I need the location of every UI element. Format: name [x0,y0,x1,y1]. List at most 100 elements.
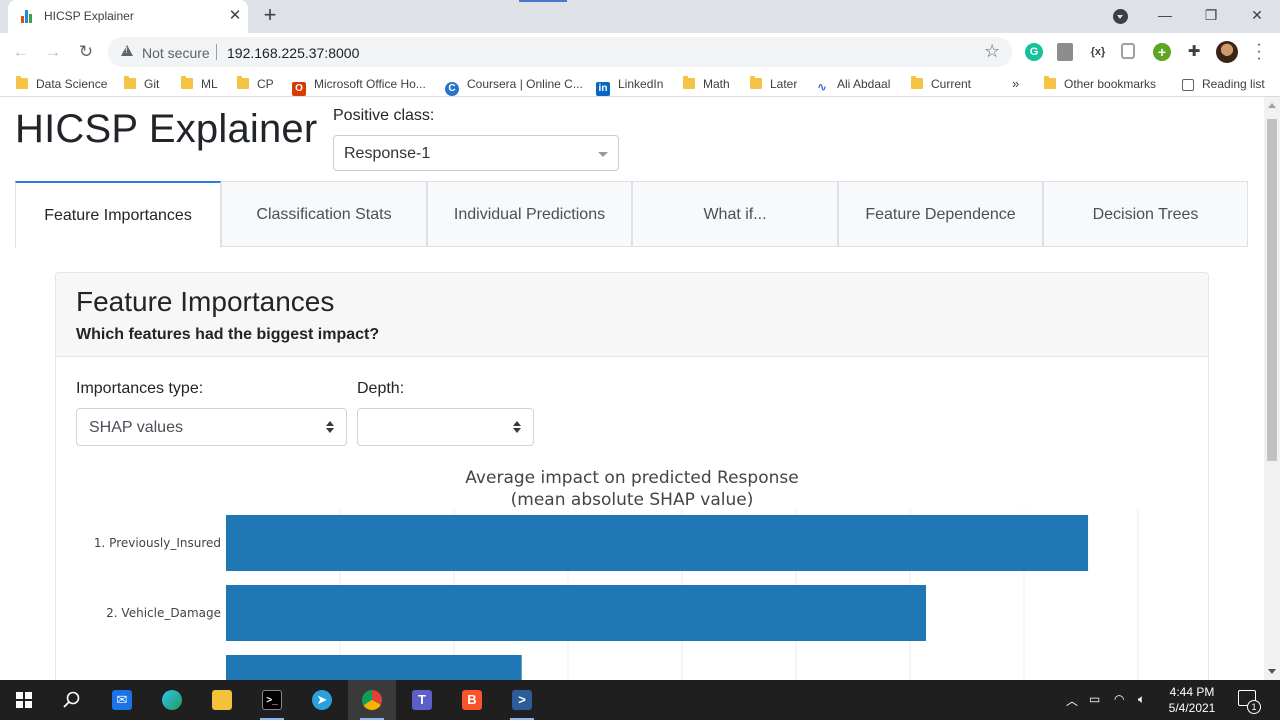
profile-avatar[interactable] [1216,41,1238,63]
extensions-puzzle-icon[interactable]: ✚ [1185,43,1203,61]
taskbar-teams[interactable]: T [398,680,446,720]
bookmark-cp[interactable]: CP [237,76,274,94]
tab-what-if[interactable]: What if... [632,181,838,246]
bookmark-label: Other bookmarks [1064,77,1157,91]
tab-feature-dependence[interactable]: Feature Dependence [838,181,1043,246]
telegram-icon: ➤ [312,690,332,710]
chart-bar[interactable] [226,655,522,680]
back-arrow-icon[interactable]: ← [8,39,34,65]
window-minimize-button[interactable]: — [1142,0,1188,30]
bookmark-math[interactable]: Math [683,76,730,94]
taskbar-powershell[interactable]: > [498,680,546,720]
forward-arrow-icon[interactable]: → [40,39,66,65]
linkedin-icon: in [596,82,610,96]
scroll-up-arrow-icon[interactable] [1268,103,1276,108]
browser-toolbar: ← → ↻ Not secure 192.168.225.37:8000 ☆ G… [0,33,1280,71]
taskbar-chrome[interactable] [348,680,396,720]
bookmark-star-icon[interactable]: ☆ [984,41,1000,62]
coursera-icon: C [445,82,459,96]
show-hidden-icons-icon[interactable]: ︿ [1066,692,1078,709]
bookmark-git[interactable]: Git [124,76,159,94]
address-bar[interactable]: Not secure 192.168.225.37:8000 ☆ [108,37,1012,67]
bookmark-label: Later [770,77,798,91]
card-header: Feature Importances Which features had t… [56,273,1208,357]
file-explorer-icon [212,690,232,710]
importances-type-select[interactable]: SHAP values [76,408,347,446]
other-bookmarks[interactable]: Other bookmarks [1044,76,1156,94]
tab-search-icon[interactable] [1113,9,1128,24]
copy-extension-icon[interactable] [1121,43,1135,59]
browser-menu-icon[interactable]: · · · [1254,37,1264,67]
folder-icon [911,76,923,89]
grammarly-extension-icon[interactable]: G [1025,43,1043,61]
taskbar-search[interactable] [48,680,96,720]
bookmark-linkedin[interactable]: in LinkedIn [596,76,663,96]
taskbar-brave[interactable]: B [448,680,496,720]
tab-classification-stats[interactable]: Classification Stats [221,181,427,246]
bookmark-later[interactable]: Later [750,76,797,94]
window-restore-button[interactable]: ❐ [1188,0,1234,30]
taskbar-edge[interactable] [148,680,196,720]
taskbar-file-explorer[interactable] [198,680,246,720]
wifi-icon[interactable]: ◠ [1114,692,1124,706]
depth-label: Depth: [357,380,405,397]
taskbar-terminal[interactable]: >_ [248,680,296,720]
battery-icon[interactable]: ▭ [1089,692,1100,706]
bookmark-ml[interactable]: ML [181,76,218,94]
brave-icon: B [462,690,482,710]
folder-icon [750,76,762,89]
chart-subtitle: (mean absolute SHAP value) [511,490,754,510]
feature-importances-card: Feature Importances Which features had t… [55,272,1209,680]
start-button[interactable] [0,680,48,720]
browser-tab[interactable]: HICSP Explainer ✕ [8,0,248,33]
tab-decision-trees[interactable]: Decision Trees [1043,181,1248,246]
taskbar-telegram[interactable]: ➤ [298,680,346,720]
tab-individual-predictions[interactable]: Individual Predictions [427,181,632,246]
book-extension-icon[interactable] [1057,43,1073,61]
reading-list[interactable]: Reading list [1182,76,1265,94]
chart-category-label: 1. Previously_Insured [94,536,221,550]
powershell-icon: > [512,690,532,710]
warning-triangle-icon[interactable] [121,45,133,56]
bookmark-label: Ali Abdaal [837,77,891,91]
security-status[interactable]: Not secure [142,45,210,61]
bookmark-current[interactable]: Current [911,76,971,94]
folder-icon [1044,76,1056,89]
teams-icon: T [412,690,432,710]
volume-icon[interactable]: 🔈︎ [1138,692,1145,707]
select-arrows-icon [326,421,334,435]
bookmark-ali-abdaal[interactable]: ∿ Ali Abdaal [815,76,890,94]
bookmark-microsoft-office[interactable]: O Microsoft Office Ho... [292,76,426,96]
depth-select[interactable] [357,408,534,446]
chart-bar[interactable] [226,515,1089,571]
bookmarks-overflow-button[interactable]: » [1012,76,1019,94]
card-title: Feature Importances [76,286,335,317]
code-extension-icon[interactable]: {x} [1089,43,1107,61]
page-scrollbar[interactable] [1264,97,1280,680]
url-text[interactable]: 192.168.225.37:8000 [227,45,359,61]
reload-icon[interactable]: ↻ [73,39,99,65]
bookmark-label: Math [703,77,730,91]
scrollbar-thumb[interactable] [1267,119,1277,461]
tab-feature-importances[interactable]: Feature Importances [15,181,221,248]
waveform-icon: ∿ [816,80,828,94]
reading-list-icon [1182,79,1194,91]
bookmark-label: Current [931,77,972,91]
terminal-icon: >_ [262,690,282,710]
bookmark-coursera[interactable]: C Coursera | Online C... [445,76,583,96]
select-arrows-icon [513,421,521,435]
chart-bar[interactable] [226,585,926,641]
plus-extension-icon[interactable]: + [1153,43,1171,61]
taskbar-mail[interactable]: ✉ [98,680,146,720]
chart-title: Average impact on predicted Response [465,468,798,488]
positive-class-dropdown[interactable]: Response-1 [333,135,619,171]
system-clock[interactable]: 4:44 PM 5/4/2021 [1160,684,1224,716]
bookmark-data-science[interactable]: Data Science [16,76,107,94]
scroll-down-arrow-icon[interactable] [1268,669,1276,674]
page-viewport: HICSP Explainer Positive class: Response… [0,97,1264,680]
clock-time: 4:44 PM [1169,685,1215,699]
window-close-button[interactable]: ✕ [1234,0,1280,30]
chart-category-label: 2. Vehicle_Damage [106,606,221,620]
new-tab-button[interactable]: + [258,4,282,28]
tab-close-icon[interactable]: ✕ [226,7,244,25]
